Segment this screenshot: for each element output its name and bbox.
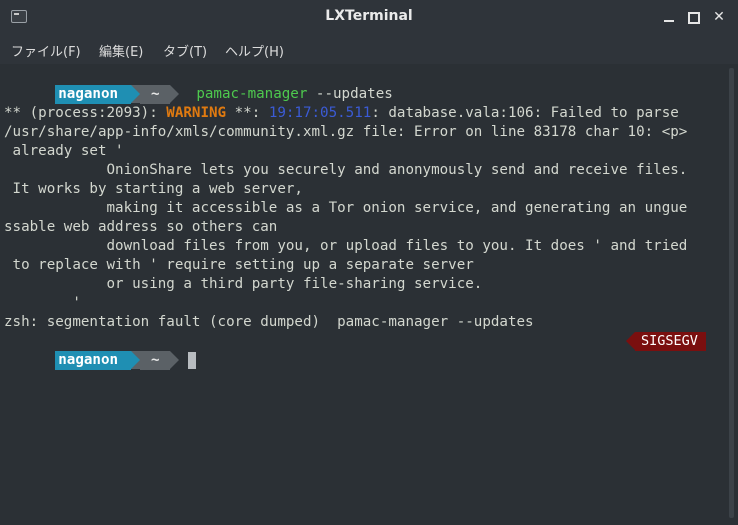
output-line: already set ': [4, 143, 124, 159]
warning-label: WARNING: [166, 105, 227, 121]
close-icon: ✕: [713, 9, 725, 25]
output-line: /usr/share/app-info/xmls/community.xml.g…: [4, 124, 688, 140]
prompt-line-2: naganon ~: [4, 332, 196, 370]
window-title: LXTerminal: [325, 8, 413, 24]
output-line: or using a third party file-sharing serv…: [4, 276, 483, 292]
menu-bar: ファイル(F) 編集(E) タブ(T) ヘルプ(H): [0, 34, 738, 64]
output-line: OnionShare lets you securely and anonymo…: [4, 162, 688, 178]
prompt-line-1: naganon ~ pamac-manager --updates: [4, 66, 393, 104]
segfault-line: zsh: segmentation fault (core dumped) pa…: [4, 314, 534, 330]
lxterminal-window: LXTerminal ✕ ファイル(F) 編集(E) タブ(T) ヘルプ(H) …: [0, 0, 738, 525]
prompt-dir: ~: [140, 351, 171, 370]
scrollbar-thumb[interactable]: [729, 68, 734, 518]
prompt-separator-icon: [170, 85, 180, 103]
command-name: pamac-manager: [196, 86, 308, 102]
menu-tab[interactable]: タブ(T): [163, 41, 207, 60]
minimize-button[interactable]: [661, 9, 677, 25]
prompt-user: naganon: [55, 351, 132, 370]
output-line: ** (process:2093): WARNING **: 19:17:05.…: [4, 105, 679, 121]
output-line: to replace with ' require setting up a s…: [4, 257, 474, 273]
prompt-separator-icon: [170, 351, 180, 369]
maximize-icon: [688, 12, 700, 24]
terminal-output[interactable]: naganon ~ pamac-manager --updates ** (pro…: [0, 64, 738, 525]
output-line: download files from you, or upload files…: [4, 238, 688, 254]
prompt-dir: ~: [140, 85, 171, 104]
output-line: ': [4, 295, 81, 311]
prompt-separator-icon: [131, 85, 141, 103]
prompt-user: naganon: [55, 85, 132, 104]
command-args: --updates: [307, 86, 393, 102]
signal-label: SIGSEGV: [635, 332, 706, 351]
signal-badge: SIGSEGV: [626, 332, 706, 351]
maximize-button[interactable]: [686, 9, 702, 25]
menu-file[interactable]: ファイル(F): [11, 41, 81, 60]
timestamp: 19:17:05.511: [268, 105, 372, 121]
text-cursor[interactable]: [187, 352, 196, 369]
close-button[interactable]: ✕: [711, 9, 727, 25]
prompt-separator-icon: [131, 351, 141, 369]
menu-edit[interactable]: 編集(E): [99, 41, 143, 60]
title-bar[interactable]: LXTerminal ✕: [0, 0, 738, 34]
output-line: making it accessible as a Tor onion serv…: [4, 200, 688, 216]
scrollbar[interactable]: [724, 64, 738, 525]
output-line: ssable web address so others can: [4, 219, 278, 235]
menu-help[interactable]: ヘルプ(H): [225, 41, 284, 60]
output-line: It works by starting a web server,: [4, 181, 303, 197]
signal-separator-icon: [626, 332, 635, 350]
minimize-icon: [664, 20, 674, 22]
